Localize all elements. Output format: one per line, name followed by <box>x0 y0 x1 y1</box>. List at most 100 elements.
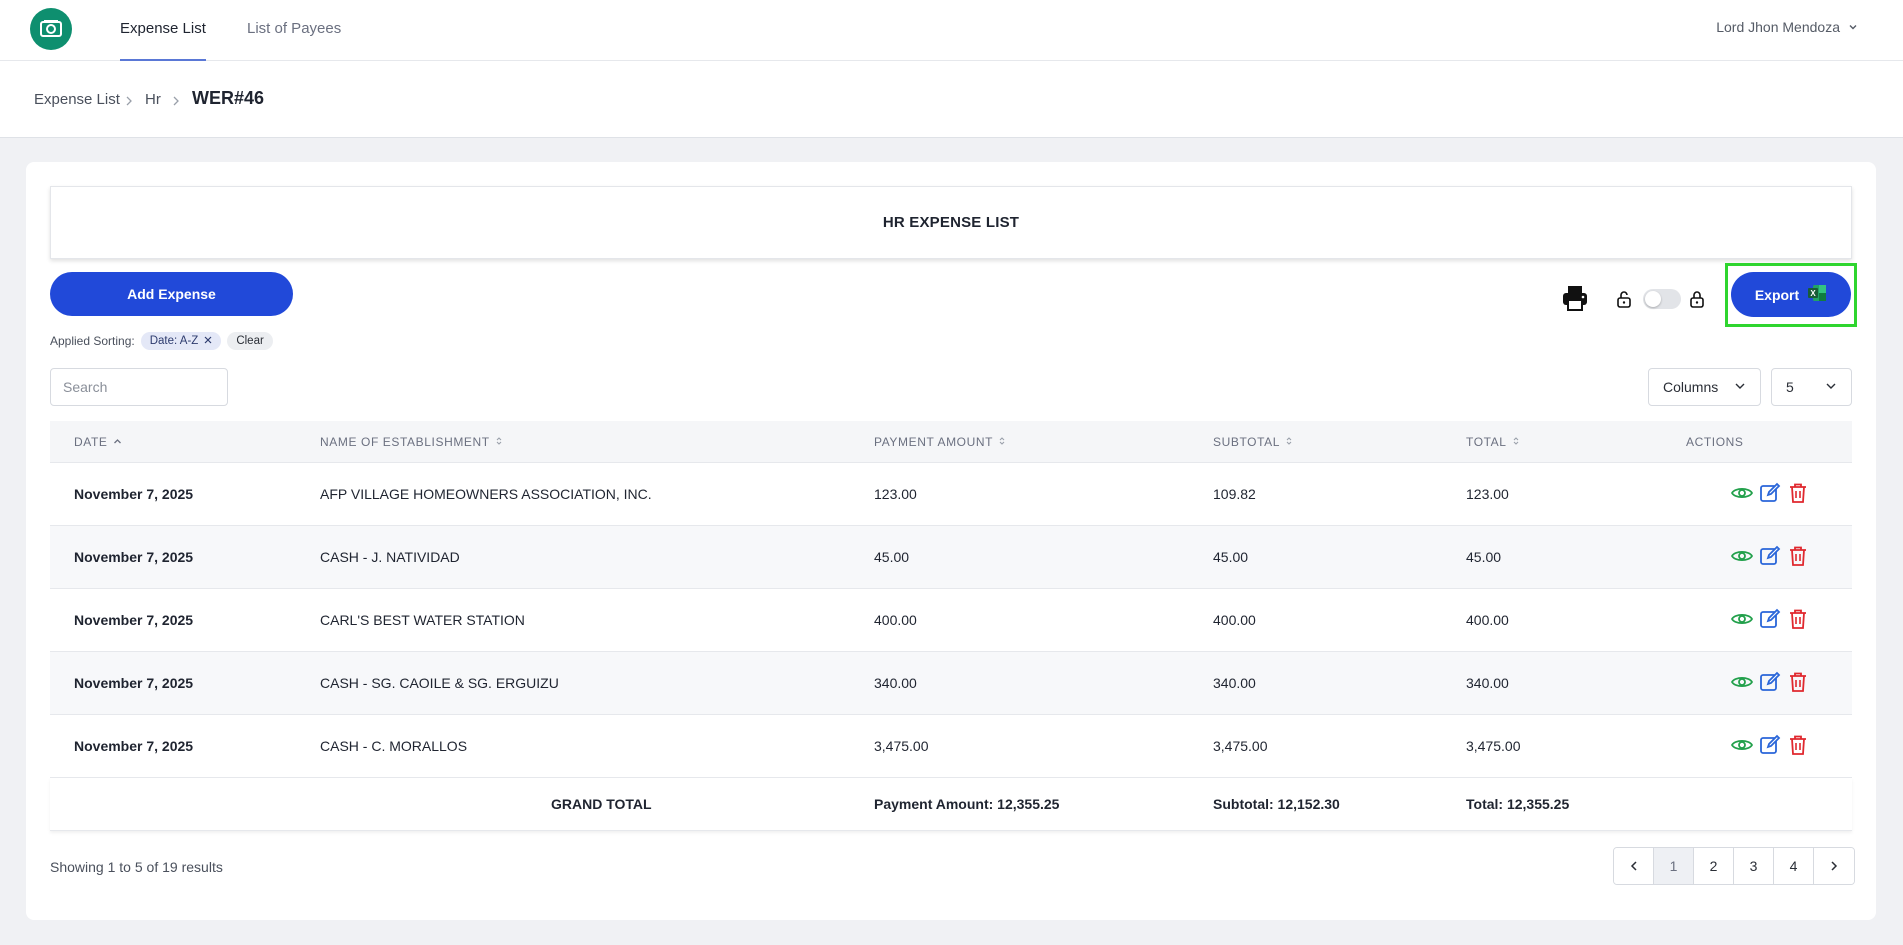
sort-icon <box>1285 421 1293 463</box>
page-button-1[interactable]: 1 <box>1654 848 1694 884</box>
cell-establishment: CASH - J. NATIVIDAD <box>320 549 460 565</box>
edit-icon[interactable] <box>1758 670 1782 694</box>
user-menu[interactable]: Lord Jhon Mendoza <box>1716 19 1858 35</box>
cell-establishment: CASH - C. MORALLOS <box>320 738 468 754</box>
cell-total: 340.00 <box>1466 675 1509 691</box>
cell-establishment: CARL'S BEST WATER STATION <box>320 612 525 628</box>
cell-date: November 7, 2025 <box>74 675 194 691</box>
app-logo-icon[interactable] <box>30 8 72 50</box>
export-button[interactable]: Export X <box>1731 272 1851 317</box>
row-actions <box>1730 670 1810 694</box>
breadcrumb-current: WER#46 <box>192 88 265 108</box>
edit-icon[interactable] <box>1758 607 1782 631</box>
grand-total-payment: Payment Amount: 12,355.25 <box>874 796 1060 812</box>
close-icon[interactable] <box>204 335 212 347</box>
sort-chip[interactable]: Date: A-Z <box>140 332 222 350</box>
printer-icon[interactable] <box>1560 283 1590 318</box>
view-icon[interactable] <box>1730 481 1754 505</box>
chevron-right-icon <box>124 94 134 112</box>
svg-text:X: X <box>1811 289 1817 298</box>
sort-icon <box>998 421 1006 463</box>
lock-toggle[interactable] <box>1643 289 1681 309</box>
table-header: DATE NAME OF ESTABLISHMENT PAYMENT AMOUN… <box>50 421 1852 463</box>
view-icon[interactable] <box>1730 733 1754 757</box>
column-header-name[interactable]: NAME OF ESTABLISHMENT <box>320 421 503 463</box>
row-actions <box>1730 733 1810 757</box>
breadcrumb-expense-list[interactable]: Expense List <box>34 91 120 108</box>
cell-total: 3,475.00 <box>1466 738 1521 754</box>
nav-tab-expense-list[interactable]: Expense List <box>120 0 206 61</box>
page-button-2[interactable]: 2 <box>1694 848 1734 884</box>
cell-total: 400.00 <box>1466 612 1509 628</box>
breadcrumb: Expense List Hr WER#46 <box>0 61 1903 138</box>
sort-ascending-icon <box>113 421 122 463</box>
chevron-down-icon <box>1825 379 1837 395</box>
cell-date: November 7, 2025 <box>74 549 194 565</box>
column-header-total[interactable]: TOTAL <box>1466 421 1520 463</box>
cell-subtotal: 109.82 <box>1213 486 1256 502</box>
column-header-subtotal[interactable]: SUBTOTAL <box>1213 421 1293 463</box>
cell-establishment: AFP VILLAGE HOMEOWNERS ASSOCIATION, INC. <box>320 486 652 502</box>
chevron-left-icon <box>1630 861 1637 871</box>
results-summary: Showing 1 to 5 of 19 results <box>50 859 223 875</box>
add-expense-button[interactable]: Add Expense <box>50 272 293 316</box>
grand-total-subtotal: Subtotal: 12,152.30 <box>1213 796 1340 812</box>
edit-icon[interactable] <box>1758 544 1782 568</box>
columns-dropdown[interactable]: Columns <box>1648 368 1761 406</box>
delete-icon[interactable] <box>1786 670 1810 694</box>
chevron-right-icon <box>171 94 181 112</box>
view-icon[interactable] <box>1730 670 1754 694</box>
column-header-payment[interactable]: PAYMENT AMOUNT <box>874 421 1006 463</box>
row-actions <box>1730 481 1810 505</box>
page-button-3[interactable]: 3 <box>1734 848 1774 884</box>
user-name: Lord Jhon Mendoza <box>1716 19 1840 35</box>
cell-total: 123.00 <box>1466 486 1509 502</box>
sort-chip-label: Date: A-Z <box>149 335 199 347</box>
table-row: November 7, 2025 CASH - SG. CAOILE & SG.… <box>50 652 1852 715</box>
table-row: November 7, 2025 AFP VILLAGE HOMEOWNERS … <box>50 463 1852 526</box>
cell-payment: 123.00 <box>874 486 917 502</box>
chevron-down-icon <box>1734 379 1746 395</box>
sort-icon <box>495 421 503 463</box>
cell-date: November 7, 2025 <box>74 612 194 628</box>
cell-date: November 7, 2025 <box>74 486 194 502</box>
grand-total-total: Total: 12,355.25 <box>1466 796 1570 812</box>
delete-icon[interactable] <box>1786 607 1810 631</box>
lock-icon <box>1688 289 1706 314</box>
view-icon[interactable] <box>1730 544 1754 568</box>
expense-table: DATE NAME OF ESTABLISHMENT PAYMENT AMOUN… <box>50 421 1852 831</box>
nav-tab-list-of-payees[interactable]: List of Payees <box>247 0 341 61</box>
row-actions <box>1730 607 1810 631</box>
view-icon[interactable] <box>1730 607 1754 631</box>
chevron-down-icon <box>1848 19 1858 35</box>
clear-sorting-button[interactable]: Clear <box>227 332 273 350</box>
cell-subtotal: 340.00 <box>1213 675 1256 691</box>
page-size-select[interactable]: 5 <box>1771 368 1852 406</box>
delete-icon[interactable] <box>1786 481 1810 505</box>
sorting-label: Applied Sorting: <box>50 334 135 348</box>
cell-payment: 45.00 <box>874 549 910 565</box>
search-input[interactable] <box>50 368 228 406</box>
applied-sorting: Applied Sorting: Date: A-Z Clear <box>50 332 273 350</box>
table-row: November 7, 2025 CASH - J. NATIVIDAD 45.… <box>50 526 1852 589</box>
table-row: November 7, 2025 CARL'S BEST WATER STATI… <box>50 589 1852 652</box>
delete-icon[interactable] <box>1786 733 1810 757</box>
grand-total-row: GRAND TOTAL Payment Amount: 12,355.25 Su… <box>50 778 1852 831</box>
next-page-button[interactable] <box>1814 848 1854 884</box>
expense-card: HR EXPENSE LIST Add Expense Export X App… <box>26 162 1876 920</box>
pagination: 1 2 3 4 <box>1613 847 1855 885</box>
cell-subtotal: 400.00 <box>1213 612 1256 628</box>
sort-icon <box>1512 421 1520 463</box>
edit-icon[interactable] <box>1758 481 1782 505</box>
edit-icon[interactable] <box>1758 733 1782 757</box>
prev-page-button[interactable] <box>1614 848 1654 884</box>
cell-payment: 340.00 <box>874 675 917 691</box>
excel-icon: X <box>1807 283 1827 306</box>
cell-payment: 400.00 <box>874 612 917 628</box>
breadcrumb-hr[interactable]: Hr <box>145 91 161 108</box>
delete-icon[interactable] <box>1786 544 1810 568</box>
column-header-date[interactable]: DATE <box>74 421 122 463</box>
page-button-4[interactable]: 4 <box>1774 848 1814 884</box>
cell-date: November 7, 2025 <box>74 738 194 754</box>
page-size-value: 5 <box>1786 379 1794 395</box>
